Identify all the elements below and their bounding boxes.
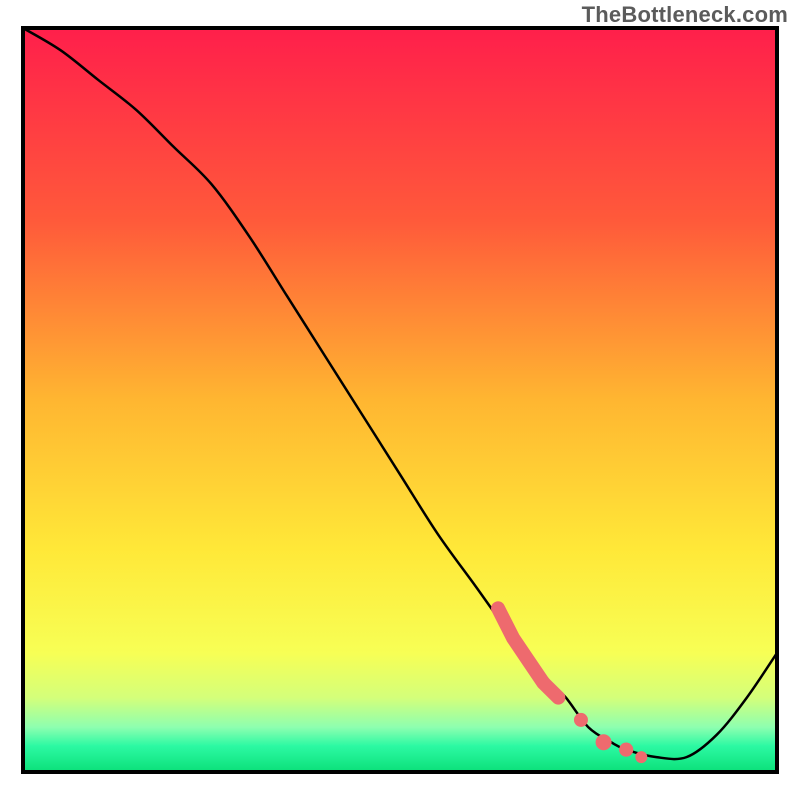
chart-frame: TheBottleneck.com (0, 0, 800, 800)
bottleneck-chart (0, 0, 800, 800)
highlight-dot (574, 713, 588, 727)
highlight-dot (635, 751, 647, 763)
plot-background (23, 28, 777, 772)
highlight-dot (596, 734, 612, 750)
highlight-dot (619, 743, 633, 757)
watermark-label: TheBottleneck.com (582, 2, 788, 28)
